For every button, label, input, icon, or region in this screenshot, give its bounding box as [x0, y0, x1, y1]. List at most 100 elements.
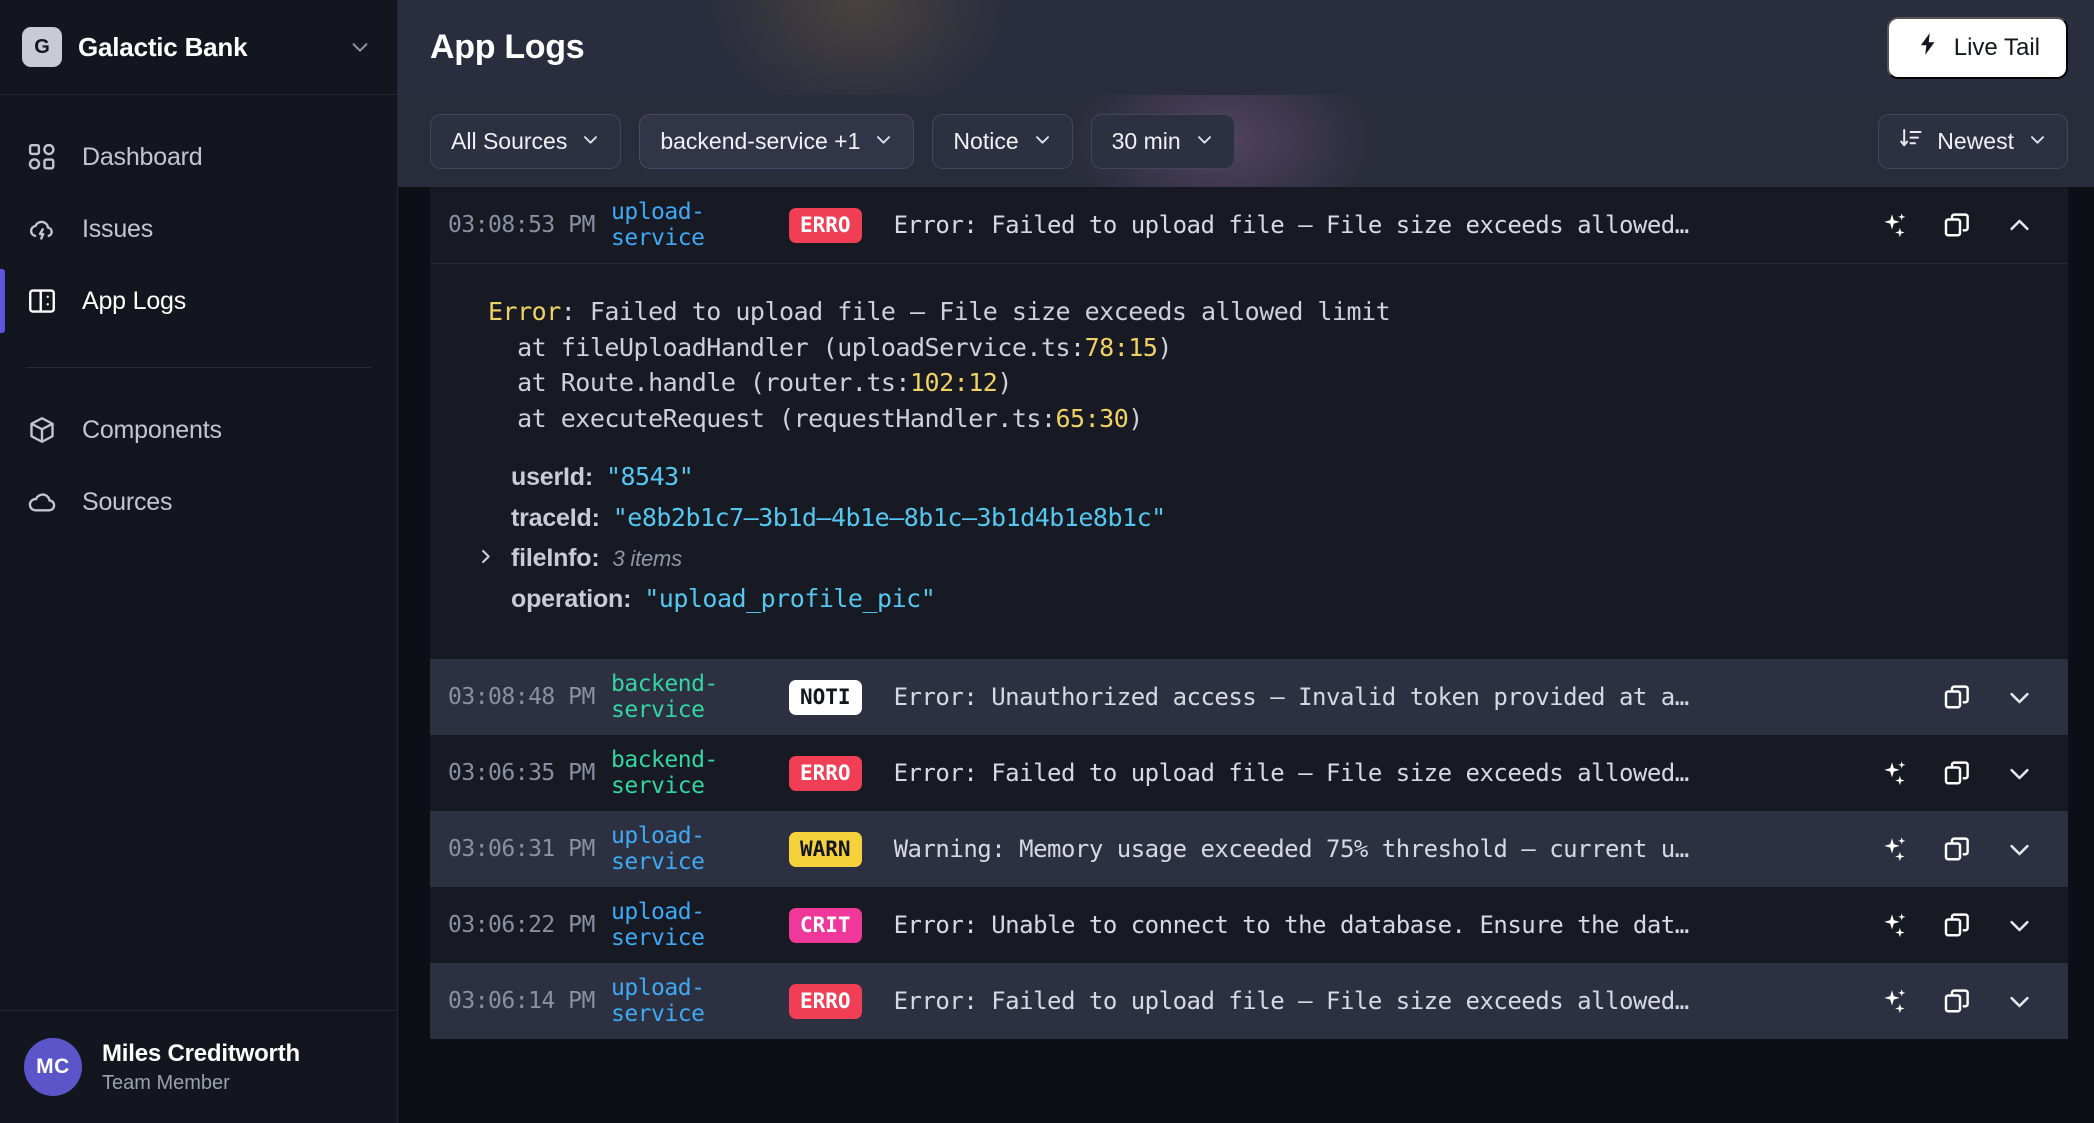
- log-timestamp: 03:06:35 PM: [448, 760, 595, 786]
- row-actions: [1842, 742, 2050, 804]
- row-actions: [1842, 970, 2050, 1032]
- row-actions: [1904, 666, 2050, 728]
- table-row[interactable]: 03:06:35 PM backend-service ERRO Error: …: [430, 735, 2068, 811]
- field-traceid: traceId: "e8b2b1c7–3b1d–4b1e–8b1c–3b1d4b…: [476, 503, 2068, 533]
- chevron-down-icon[interactable]: [1988, 970, 2050, 1032]
- stack-line-3-loc: 65:30: [1055, 403, 1129, 433]
- chevron-down-icon: [2028, 128, 2047, 155]
- sidebar-item-components[interactable]: Components: [0, 394, 397, 466]
- filter-level[interactable]: Notice: [932, 113, 1073, 169]
- sidebar-item-label: App Logs: [82, 286, 187, 315]
- copy-icon[interactable]: [1926, 894, 1988, 956]
- chevron-down-icon[interactable]: [1988, 818, 2050, 880]
- log-timestamp: 03:08:53 PM: [448, 212, 595, 238]
- chevron-down-icon: [349, 36, 371, 58]
- table-row[interactable]: 03:06:31 PM upload-service WARN Warning:…: [430, 811, 2068, 887]
- user-role: Team Member: [102, 1071, 230, 1094]
- main-content: App Logs Live Tail All Sources backend-s…: [398, 0, 2094, 1123]
- filter-sources[interactable]: All Sources: [430, 113, 622, 169]
- chevron-down-icon[interactable]: [1988, 742, 2050, 804]
- filter-timerange[interactable]: 30 min: [1090, 113, 1235, 169]
- ai-sparkles-icon[interactable]: [1864, 818, 1926, 880]
- status-badge: NOTI: [789, 679, 862, 715]
- row-actions: [1842, 194, 2050, 256]
- user-text: Miles Creditworth Team Member: [102, 1040, 300, 1095]
- status-badge: WARN: [789, 831, 862, 867]
- copy-icon[interactable]: [1926, 970, 1988, 1032]
- live-tail-label: Live Tail: [1953, 33, 2040, 61]
- log-list[interactable]: 03:08:53 PM upload-service ERRO Error: F…: [398, 187, 2094, 1123]
- field-fileinfo[interactable]: fileInfo: 3 items: [476, 544, 2068, 573]
- chevron-down-icon[interactable]: [1988, 894, 2050, 956]
- log-source: backend-service: [611, 671, 718, 723]
- log-message: Error: Unable to connect to the database…: [893, 911, 1690, 939]
- chevron-down-icon: [581, 128, 600, 155]
- status-badge: CRIT: [789, 907, 862, 943]
- page-header: App Logs Live Tail: [398, 0, 2094, 95]
- chevron-down-icon: [1195, 128, 1214, 155]
- user-name: Miles Creditworth: [102, 1039, 300, 1067]
- table-row[interactable]: 03:06:22 PM upload-service CRIT Error: U…: [430, 887, 2068, 963]
- log-fields: userId: "8543" traceId: "e8b2b1c7–3b1d–4…: [430, 436, 2068, 614]
- stack-line-2-prefix: at Route.handle (router.ts:: [488, 368, 910, 397]
- copy-icon[interactable]: [1926, 194, 1988, 256]
- ai-sparkles-icon[interactable]: [1864, 194, 1926, 256]
- user-profile[interactable]: MC Miles Creditworth Team Member: [0, 1010, 397, 1123]
- sidebar-nav: Dashboard Issues App Logs Components Sou…: [0, 95, 397, 538]
- sidebar-item-sources[interactable]: Sources: [0, 466, 397, 538]
- sidebar-item-dashboard[interactable]: Dashboard: [0, 121, 397, 193]
- live-tail-button[interactable]: Live Tail: [1886, 16, 2068, 79]
- org-switcher[interactable]: G Galactic Bank: [0, 0, 397, 95]
- sort-selector[interactable]: Newest: [1878, 113, 2068, 169]
- filter-services[interactable]: backend-service +1: [639, 113, 915, 169]
- copy-icon[interactable]: [1926, 666, 1988, 728]
- stack-line-1-prefix: at fileUploadHandler (uploadService.ts:: [488, 332, 1085, 362]
- log-source: backend-service: [611, 747, 718, 799]
- org-avatar: G: [22, 27, 62, 67]
- field-value: "8543": [605, 462, 694, 491]
- org-name: Galactic Bank: [78, 31, 248, 62]
- log-source: upload-service: [611, 823, 705, 875]
- ai-sparkles-icon[interactable]: [1864, 894, 1926, 956]
- copy-icon[interactable]: [1926, 818, 1988, 880]
- panels-icon: [26, 285, 58, 317]
- stack-error-word: Error: [488, 297, 561, 326]
- log-timestamp: 03:06:14 PM: [448, 988, 595, 1014]
- chevron-right-icon[interactable]: [476, 547, 498, 566]
- ai-sparkles-icon[interactable]: [1864, 970, 1926, 1032]
- field-key: traceId:: [511, 504, 600, 532]
- filter-services-label: backend-service +1: [660, 127, 861, 154]
- row-actions: [1842, 894, 2050, 956]
- table-row[interactable]: 03:06:14 PM upload-service ERRO Error: F…: [430, 963, 2068, 1039]
- sidebar-item-app-logs[interactable]: App Logs: [0, 265, 397, 337]
- log-timestamp: 03:06:31 PM: [448, 836, 595, 862]
- field-value: "upload_profile_pic": [644, 584, 936, 613]
- sidebar-item-label: Sources: [82, 487, 173, 516]
- sidebar-item-issues[interactable]: Issues: [0, 193, 397, 265]
- log-timestamp: 03:06:22 PM: [448, 912, 595, 938]
- field-item-count: 3 items: [612, 546, 682, 571]
- chevron-down-icon[interactable]: [1988, 666, 2050, 728]
- log-message: Error: Failed to upload file – File size…: [893, 987, 1690, 1015]
- table-row[interactable]: 03:08:53 PM upload-service ERRO Error: F…: [430, 187, 2068, 263]
- lightning-bolt-icon: [1915, 31, 1941, 64]
- app-root: G Galactic Bank Dashboard Issues App Log…: [0, 0, 2094, 1123]
- copy-icon[interactable]: [1926, 742, 1988, 804]
- stack-line-0: : Failed to upload file – File size exce…: [560, 297, 1391, 326]
- stack-line-3-prefix: at executeRequest (requestHandler.ts:: [488, 403, 1056, 433]
- sidebar-item-label: Issues: [82, 214, 154, 243]
- chevron-down-icon: [1033, 128, 1052, 155]
- dashboard-grid-icon: [26, 141, 58, 173]
- sidebar-item-label: Components: [82, 415, 222, 444]
- log-source: upload-service: [611, 899, 705, 951]
- sidebar-divider: [26, 367, 371, 368]
- sidebar: G Galactic Bank Dashboard Issues App Log…: [0, 0, 398, 1123]
- field-key: operation:: [511, 585, 632, 613]
- ai-sparkles-icon[interactable]: [1864, 742, 1926, 804]
- table-row[interactable]: 03:08:48 PM backend-service NOTI Error: …: [430, 659, 2068, 735]
- chevron-up-icon[interactable]: [1988, 194, 2050, 256]
- log-message: Warning: Memory usage exceeded 75% thres…: [893, 835, 1690, 863]
- status-badge: ERRO: [789, 207, 862, 243]
- cloud-icon: [26, 486, 58, 518]
